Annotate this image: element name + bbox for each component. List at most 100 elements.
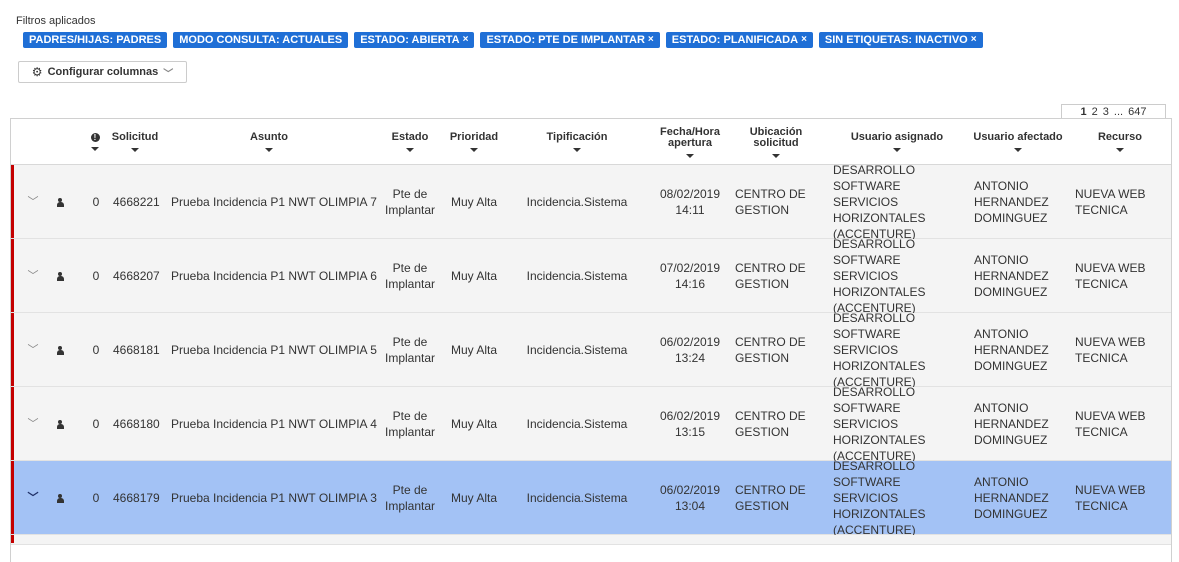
user-icon	[56, 419, 64, 429]
expand-cell[interactable]: ﹀	[23, 239, 43, 313]
table-row[interactable]: ﹀ 0 4668181 Prueba Incidencia P1 NWT OLI…	[11, 311, 1171, 389]
user-cell	[53, 239, 67, 313]
recurso-text: NUEVA WEB	[1075, 483, 1146, 497]
asunto-cell[interactable]: Prueba Incidencia P1 NWT OLIMPIA 6	[171, 239, 379, 313]
chevron-down-icon[interactable]: ﹀	[28, 268, 39, 284]
fecha-cell: 08/02/2019 14:11	[653, 165, 727, 239]
recurso-cell: NUEVA WEB TECNICA	[1075, 165, 1155, 239]
page-link[interactable]: 2	[1092, 106, 1098, 118]
usuario-afectado-cell: ANTONIO HERNANDEZ DOMINGUEZ	[974, 461, 1064, 535]
solicitud-cell[interactable]: 4668221	[113, 165, 165, 239]
count-cell: 0	[92, 269, 100, 283]
column-asunto[interactable]: Asunto	[167, 119, 371, 165]
fecha-text: 08/02/2019	[659, 187, 721, 201]
priority-bar	[11, 313, 14, 386]
solicitud-cell[interactable]: 4668180	[113, 387, 165, 461]
solicitud-cell[interactable]: 4668181	[113, 313, 165, 387]
filter-tag[interactable]: ESTADO: ABIERTA ×	[354, 32, 475, 48]
remove-icon[interactable]: ×	[463, 32, 469, 48]
column-estado[interactable]: Estado	[379, 119, 441, 165]
remove-icon[interactable]: ×	[801, 32, 807, 48]
recurso-text: TECNICA	[1075, 499, 1128, 513]
asunto-cell[interactable]: Prueba Incidencia P1 NWT OLIMPIA 4	[171, 387, 379, 461]
chevron-down-icon[interactable]: ﹀	[28, 490, 39, 506]
recurso-text: NUEVA WEB	[1075, 409, 1146, 423]
column-recurso[interactable]: Recurso	[1087, 119, 1153, 165]
asignado-text: DESARROLLO	[833, 385, 916, 399]
table-row[interactable]: ﹀ 0 4668207 Prueba Incidencia P1 NWT OLI…	[11, 237, 1171, 315]
ubicacion-text: CENTRO DE	[735, 335, 806, 349]
page-current[interactable]: 1	[1081, 106, 1087, 118]
column-usuario-afectado[interactable]: Usuario afectado	[968, 119, 1068, 165]
afectado-text: ANTONIO	[974, 253, 1029, 267]
column-usuario-asignado[interactable]: Usuario asignado	[833, 119, 961, 165]
user-icon	[56, 197, 64, 207]
page-last[interactable]: 647	[1128, 106, 1146, 118]
afectado-text: HERNANDEZ	[974, 343, 1049, 357]
info-icon: !	[90, 133, 100, 142]
sort-arrow-icon	[406, 148, 414, 152]
filter-tag-label: ESTADO: ABIERTA	[360, 34, 460, 46]
column-solicitud[interactable]: Solicitud	[109, 119, 161, 165]
column-fecha-apertura[interactable]: Fecha/Hora apertura	[653, 119, 727, 165]
column-label: Ubicación	[749, 125, 803, 138]
user-cell	[53, 461, 67, 535]
user-icon	[56, 493, 64, 503]
afectado-text: DOMINGUEZ	[974, 433, 1048, 447]
filter-tag[interactable]: ESTADO: PLANIFICADA ×	[665, 32, 813, 48]
remove-icon[interactable]: ×	[648, 32, 654, 48]
column-tipificacion[interactable]: Tipificación	[517, 119, 637, 165]
asunto-cell[interactable]: Prueba Incidencia P1 NWT OLIMPIA 3	[171, 461, 379, 535]
chevron-down-icon[interactable]: ﹀	[28, 194, 39, 210]
chevron-down-icon[interactable]: ﹀	[28, 416, 39, 432]
solicitud-cell[interactable]: 4668207	[113, 239, 165, 313]
column-label: Recurso	[1097, 131, 1143, 143]
remove-icon[interactable]: ×	[971, 32, 977, 48]
expand-cell[interactable]: ﹀	[23, 313, 43, 387]
estado-text: Pte de	[392, 409, 428, 423]
expand-cell[interactable]: ﹀	[23, 165, 43, 239]
asunto-cell[interactable]: Prueba Incidencia P1 NWT OLIMPIA 5	[171, 313, 379, 387]
hora-text: 13:24	[674, 351, 706, 365]
user-icon	[56, 271, 64, 281]
page-link[interactable]: 3	[1103, 106, 1109, 118]
column-prioridad[interactable]: Prioridad	[446, 119, 502, 165]
sort-arrow-icon	[573, 148, 581, 152]
usuario-asignado-cell: DESARROLLO SOFTWARE SERVICIOS HORIZONTAL…	[833, 311, 963, 389]
prioridad-cell: Muy Alta	[450, 417, 498, 431]
table-row[interactable]: ﹀ 0 4668221 Prueba Incidencia P1 NWT OLI…	[11, 163, 1171, 241]
ubicacion-text: GESTION	[735, 499, 790, 513]
ubicacion-text: GESTION	[735, 425, 790, 439]
filter-tag[interactable]: PADRES/HIJAS: PADRES	[23, 32, 168, 48]
configure-columns-button[interactable]: ⚙ Configurar columnas ﹀	[18, 61, 187, 83]
count-cell: 0	[92, 491, 100, 505]
count-cell: 0	[92, 195, 100, 209]
ubicacion-text: CENTRO DE	[735, 187, 806, 201]
priority-bar	[11, 461, 14, 534]
usuario-asignado-cell: DESARROLLO SOFTWARE SERVICIOS HORIZONTAL…	[833, 163, 963, 241]
estado-cell: Pte de Implantar	[379, 387, 441, 461]
table-row[interactable]: ﹀ 0 4668180 Prueba Incidencia P1 NWT OLI…	[11, 385, 1171, 463]
filter-tag[interactable]: SIN ETIQUETAS: INACTIVO ×	[818, 32, 983, 48]
column-info[interactable]: !	[85, 119, 105, 165]
asunto-cell[interactable]: Prueba Incidencia P1 NWT OLIMPIA 7	[171, 165, 379, 239]
chevron-down-icon[interactable]: ﹀	[28, 342, 39, 358]
expand-cell[interactable]: ﹀	[23, 461, 43, 535]
column-label: Estado	[391, 131, 429, 143]
tipificacion-cell: Incidencia.Sistema	[526, 343, 628, 357]
table-row-selected[interactable]: ﹀ 0 4668179 Prueba Incidencia P1 NWT OLI…	[11, 459, 1171, 537]
estado-text: Pte de	[392, 335, 428, 349]
afectado-text: HERNANDEZ	[974, 195, 1049, 209]
usuario-afectado-cell: ANTONIO HERNANDEZ DOMINGUEZ	[974, 387, 1064, 461]
usuario-asignado-cell: DESARROLLO SOFTWARE SERVICIOS HORIZONTAL…	[833, 237, 963, 315]
solicitud-cell[interactable]: 4668179	[113, 461, 165, 535]
expand-cell[interactable]: ﹀	[23, 387, 43, 461]
recurso-text: TECNICA	[1075, 351, 1128, 365]
column-ubicacion[interactable]: Ubicación solicitud	[741, 119, 811, 165]
estado-text: Pte de	[392, 261, 428, 275]
sort-arrow-icon	[1014, 148, 1022, 152]
fecha-cell: 07/02/2019 14:16	[653, 239, 727, 313]
filter-tag[interactable]: MODO CONSULTA: ACTUALES	[173, 32, 349, 48]
fecha-cell: 06/02/2019 13:15	[653, 387, 727, 461]
filter-tag[interactable]: ESTADO: PTE DE IMPLANTAR ×	[480, 32, 660, 48]
